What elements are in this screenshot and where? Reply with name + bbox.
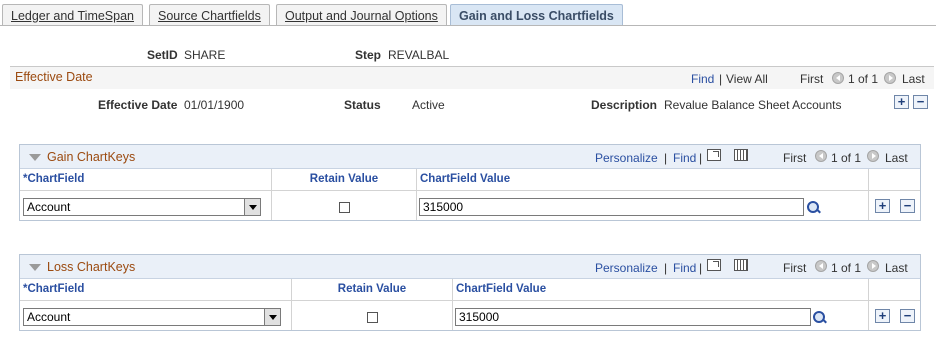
delete-row-button[interactable]: − (900, 309, 915, 323)
chartfield-value-cell: 315000 (417, 191, 869, 220)
grid-header: Loss ChartKeys Personalize | Find | Firs… (20, 255, 920, 279)
find-link[interactable]: Find (673, 151, 696, 165)
add-row-button[interactable]: + (875, 309, 890, 323)
first-label[interactable]: First (783, 261, 806, 275)
separator: | (664, 151, 668, 165)
effective-date-value: 01/01/1900 (184, 98, 245, 112)
chartfield-value-cell: 315000 (453, 301, 869, 330)
column-header-retain-value: Retain Value (272, 169, 417, 191)
chartfield-cell: Account (20, 301, 292, 330)
last-label[interactable]: Last (902, 72, 925, 86)
row-counter: 1 of 1 (831, 261, 862, 275)
gain-chartkeys-grid: Gain ChartKeys Personalize | Find | Firs… (19, 144, 921, 221)
tab-label: Gain and Loss Chartfields (459, 9, 614, 23)
select-value: Account (27, 200, 71, 214)
personalize-link[interactable]: Personalize (595, 261, 658, 275)
column-header-chartfield-value: ChartField Value (417, 169, 869, 191)
select-value: Account (27, 310, 71, 324)
row-counter: 1 of 1 (831, 151, 862, 165)
add-row-button[interactable]: + (894, 95, 909, 109)
column-header-actions (869, 169, 920, 191)
chartfield-select[interactable]: Account (23, 198, 261, 216)
previous-icon[interactable] (832, 72, 844, 84)
grid-title: Gain ChartKeys (47, 150, 136, 164)
download-grid-icon[interactable] (734, 259, 748, 271)
separator: | (664, 261, 668, 275)
first-label[interactable]: First (800, 72, 823, 86)
description-label: Description (591, 98, 658, 112)
grid-header: Gain ChartKeys Personalize | Find | Firs… (20, 145, 920, 169)
chartfield-cell: Account (20, 191, 272, 220)
tab-output-and-journal-options[interactable]: Output and Journal Options (276, 4, 447, 26)
step-label: Step (355, 48, 382, 62)
column-header-chartfield: *ChartField (20, 169, 272, 191)
effective-date-title: Effective Date (15, 70, 93, 84)
row-counter: 1 of 1 (848, 72, 879, 86)
tab-label: Source Chartfields (158, 9, 261, 23)
previous-icon[interactable] (815, 260, 827, 272)
separator: | (719, 72, 723, 86)
next-icon[interactable] (867, 260, 879, 272)
separator: | (699, 151, 703, 165)
tab-divider (0, 25, 936, 26)
tab-gain-and-loss-chartfields[interactable]: Gain and Loss Chartfields (450, 4, 623, 26)
step-value: REVALBAL (388, 48, 450, 62)
delete-row-button[interactable]: − (913, 95, 928, 109)
retain-value-checkbox[interactable] (367, 312, 378, 323)
last-label[interactable]: Last (885, 151, 908, 165)
find-link[interactable]: Find (673, 261, 696, 275)
next-icon[interactable] (884, 72, 896, 84)
setid-value: SHARE (184, 48, 226, 62)
tab-source-chartfields[interactable]: Source Chartfields (149, 4, 270, 26)
retain-value-cell (272, 191, 417, 220)
first-label[interactable]: First (783, 151, 806, 165)
collapse-icon[interactable] (29, 154, 41, 161)
tab-ledger-and-timespan[interactable]: Ledger and TimeSpan (2, 4, 144, 26)
column-header-chartfield-value: ChartField Value (453, 279, 869, 301)
status-value: Active (412, 98, 445, 112)
column-header-retain-value: Retain Value (292, 279, 453, 301)
find-link[interactable]: Find (691, 72, 714, 86)
loss-chartkeys-grid: Loss ChartKeys Personalize | Find | Firs… (19, 254, 921, 331)
separator: | (699, 261, 703, 275)
effective-date-label: Effective Date (98, 98, 178, 112)
description-value: Revalue Balance Sheet Accounts (664, 98, 842, 112)
view-all-zoom-icon[interactable] (707, 149, 721, 161)
effective-date-header (10, 67, 934, 89)
grid-title: Loss ChartKeys (47, 260, 136, 274)
last-label[interactable]: Last (885, 261, 908, 275)
download-grid-icon[interactable] (734, 149, 748, 161)
setid-label: SetID (147, 48, 178, 62)
retain-value-cell (292, 301, 453, 330)
collapse-icon[interactable] (29, 264, 41, 271)
chartfield-value-input[interactable]: 315000 (455, 308, 811, 326)
view-all-zoom-icon[interactable] (707, 259, 721, 271)
previous-icon[interactable] (815, 150, 827, 162)
column-header-chartfield: *ChartField (20, 279, 292, 301)
view-all-link[interactable]: View All (726, 72, 768, 86)
chevron-down-icon[interactable] (264, 309, 280, 325)
delete-row-button[interactable]: − (900, 199, 915, 213)
retain-value-checkbox[interactable] (339, 202, 350, 213)
lookup-icon[interactable] (813, 311, 827, 325)
column-header-actions (869, 279, 920, 301)
status-label: Status (344, 98, 381, 112)
lookup-icon[interactable] (807, 201, 821, 215)
chartfield-select[interactable]: Account (23, 308, 281, 326)
add-row-button[interactable]: + (875, 199, 890, 213)
tab-label: Ledger and TimeSpan (11, 9, 135, 23)
chevron-down-icon[interactable] (244, 199, 260, 215)
chartfield-value-input[interactable]: 315000 (419, 198, 804, 216)
tab-label: Output and Journal Options (285, 9, 438, 23)
next-icon[interactable] (867, 150, 879, 162)
personalize-link[interactable]: Personalize (595, 151, 658, 165)
